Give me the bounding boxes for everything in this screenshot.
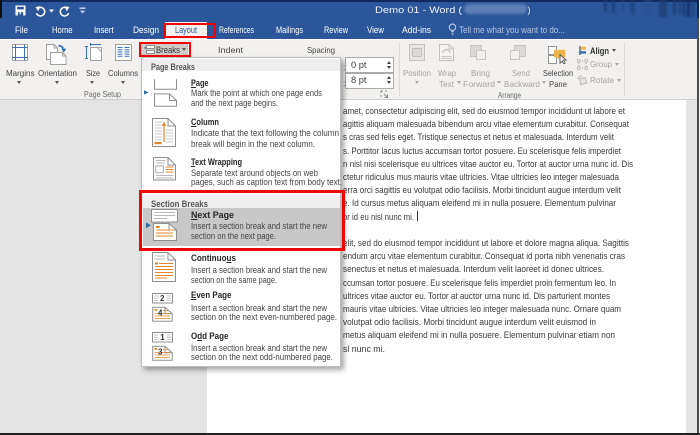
svg-text:3: 3 [158,347,163,356]
svg-text:2: 2 [160,294,165,303]
svg-text:1: 1 [160,333,165,342]
svg-text:4: 4 [158,308,163,317]
